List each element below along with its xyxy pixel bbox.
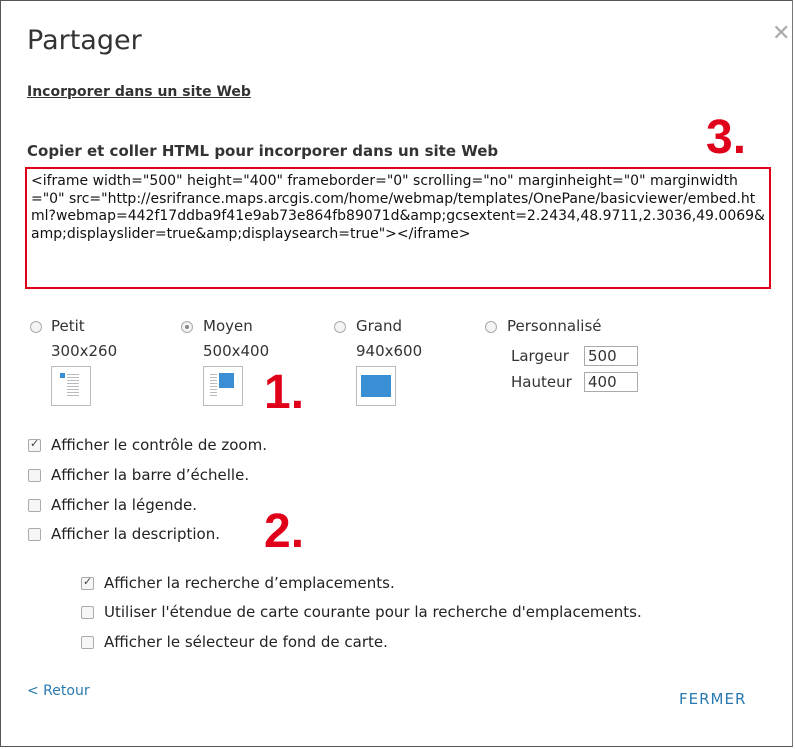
width-input[interactable] (584, 346, 638, 366)
annotation-marker-1: 1. (264, 366, 305, 419)
location-search-checkbox[interactable] (81, 575, 94, 590)
scale-bar-checkbox[interactable] (28, 469, 41, 482)
medium-layout-icon (210, 373, 234, 396)
width-label: Largeur (511, 347, 569, 365)
scale-bar-label: Afficher la barre d’échelle. (51, 466, 250, 484)
share-dialog: Partager ✕ Incorporer dans un site Web C… (0, 0, 793, 747)
basemap-selector-label: Afficher le sélecteur de fond de carte. (104, 633, 388, 651)
embed-section-link[interactable]: Incorporer dans un site Web (27, 84, 251, 100)
size-label-personnalise: Personnalisé (507, 317, 602, 335)
zoom-control-label: Afficher le contrôle de zoom. (51, 436, 267, 454)
height-input[interactable] (584, 372, 638, 392)
large-layout-icon (361, 375, 391, 397)
height-label: Hauteur (511, 373, 572, 391)
size-label-moyen: Moyen (203, 317, 253, 335)
size-dims-grand: 940x600 (356, 342, 423, 360)
size-radio-personnalise[interactable] (485, 321, 497, 333)
thumbnail-large[interactable] (356, 366, 396, 406)
basemap-selector-checkbox[interactable] (81, 636, 94, 649)
zoom-control-checkbox[interactable] (28, 437, 41, 452)
dialog-title: Partager (27, 25, 142, 56)
location-search-label: Afficher la recherche d’emplacements. (104, 574, 395, 592)
size-label-petit: Petit (51, 317, 85, 335)
thumbnail-small[interactable] (51, 366, 91, 406)
annotation-marker-3: 3. (706, 111, 747, 164)
close-icon[interactable]: ✕ (772, 23, 790, 45)
copy-html-label: Copier et coller HTML pour incorporer da… (27, 142, 499, 160)
size-label-grand: Grand (356, 317, 403, 335)
size-dims-moyen: 500x400 (203, 342, 270, 360)
current-extent-checkbox[interactable] (81, 606, 94, 619)
current-extent-label: Utiliser l'étendue de carte courante pou… (104, 603, 642, 621)
description-checkbox[interactable] (28, 528, 41, 541)
back-link[interactable]: < Retour (27, 683, 90, 699)
legend-checkbox[interactable] (28, 499, 41, 512)
size-dims-petit: 300x260 (51, 342, 118, 360)
small-layout-icon (60, 373, 79, 396)
size-radio-moyen[interactable] (181, 321, 193, 333)
size-radio-grand[interactable] (334, 321, 346, 333)
description-label: Afficher la description. (51, 525, 220, 543)
legend-label: Afficher la légende. (51, 496, 197, 514)
embed-code-textarea[interactable]: <iframe width="500" height="400" framebo… (25, 167, 771, 289)
annotation-marker-2: 2. (264, 505, 305, 558)
close-button[interactable]: FERMER (679, 690, 746, 708)
size-radio-petit[interactable] (30, 321, 42, 333)
thumbnail-medium[interactable] (203, 366, 243, 406)
